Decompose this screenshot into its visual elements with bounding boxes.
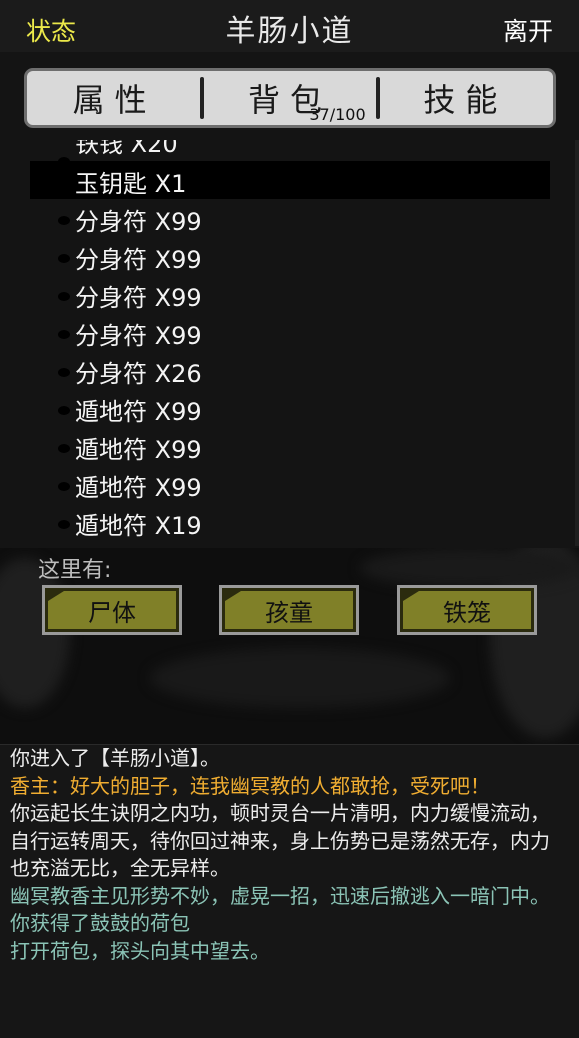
bullet-icon [58, 292, 70, 301]
log-line: 香主：好大的胆子，连我幽冥教的人都敢抢，受死吧！ [10, 773, 490, 798]
bullet-icon [58, 520, 70, 529]
inventory-list[interactable]: 铁钱 X20 玉钥匙 X1 分身符 X99 分身符 X99 分身符 X99 分身… [0, 140, 579, 546]
list-item[interactable]: 分身符 X99 [30, 275, 550, 313]
tab-skills[interactable]: 技能 [375, 71, 553, 125]
main-tabs: 属性 背包 37/100 技能 [24, 68, 556, 128]
item-label: 分身符 X99 [75, 284, 202, 312]
list-item[interactable]: 分身符 X99 [30, 237, 550, 275]
tab-attributes-label: 属性 [72, 81, 157, 119]
here-label: 这里有: [38, 558, 112, 583]
bullet-icon [58, 444, 70, 453]
log-line: 你运起长生诀阴之内功，顿时灵台一片清明，内力缓慢流动，自行运转周天，待你回过神来… [10, 801, 550, 880]
bullet-icon [58, 254, 70, 263]
log-line: 打开荷包，探头向其中望去。 [10, 938, 270, 963]
smoke-decoration [360, 548, 579, 588]
bullet-icon [58, 368, 70, 377]
bullet-icon [58, 406, 70, 415]
bullet-icon [58, 330, 70, 339]
tab-attributes[interactable]: 属性 [27, 71, 202, 125]
item-label: 分身符 X26 [75, 360, 202, 388]
item-label: 分身符 X99 [75, 208, 202, 236]
item-label: 分身符 X99 [75, 246, 202, 274]
object-label: 孩童 [265, 598, 313, 627]
list-scrollbar[interactable] [575, 140, 579, 546]
list-item[interactable]: 分身符 X99 [30, 199, 550, 237]
list-item[interactable]: 遁地符 X19 [30, 503, 550, 541]
item-label: 铁钱 X20 [75, 140, 178, 158]
object-button-child[interactable]: 孩童 [219, 585, 359, 635]
list-item[interactable]: 遁地符 X99 [30, 465, 550, 503]
bullet-icon [58, 216, 70, 225]
list-item[interactable]: 遁地符 X99 [30, 389, 550, 427]
log-line: 幽冥教香主见形势不妙，虚晃一招，迅速后撤逃入一暗门中。 [10, 883, 550, 908]
object-button-corpse[interactable]: 尸体 [42, 585, 182, 635]
item-label: 遁地符 X99 [75, 436, 202, 464]
list-item-selected[interactable]: 玉钥匙 X1 [30, 161, 550, 199]
tab-skills-label: 技能 [423, 81, 508, 119]
leave-button[interactable]: 离开 [503, 12, 553, 48]
list-item[interactable]: 分身符 X26 [30, 351, 550, 389]
bullet-icon [58, 482, 70, 491]
inventory-capacity: 37/100 [309, 105, 366, 124]
object-label: 铁笼 [443, 598, 491, 627]
tab-inventory[interactable]: 背包 37/100 [200, 71, 377, 125]
object-button-cage[interactable]: 铁笼 [397, 585, 537, 635]
item-label: 分身符 X99 [75, 322, 202, 350]
location-title: 羊肠小道 [225, 14, 354, 49]
item-label: 玉钥匙 X1 [75, 170, 187, 198]
message-log[interactable]: 你进入了【羊肠小道】。 香主：好大的胆子，连我幽冥教的人都敢抢，受死吧！ 你运起… [0, 744, 579, 1038]
log-line: 你获得了鼓鼓的荷包 [10, 911, 190, 935]
log-line: 你进入了【羊肠小道】。 [10, 746, 220, 770]
item-label: 遁地符 X99 [75, 474, 202, 502]
object-label: 尸体 [88, 598, 136, 627]
top-bar: 状态 羊肠小道 离开 [0, 0, 579, 52]
item-label: 遁地符 X99 [75, 398, 202, 426]
item-label: 遁地符 X19 [75, 512, 202, 540]
list-item[interactable]: 遁地符 X99 [30, 427, 550, 465]
smoke-decoration [150, 648, 450, 708]
list-item[interactable]: 分身符 X99 [30, 313, 550, 351]
